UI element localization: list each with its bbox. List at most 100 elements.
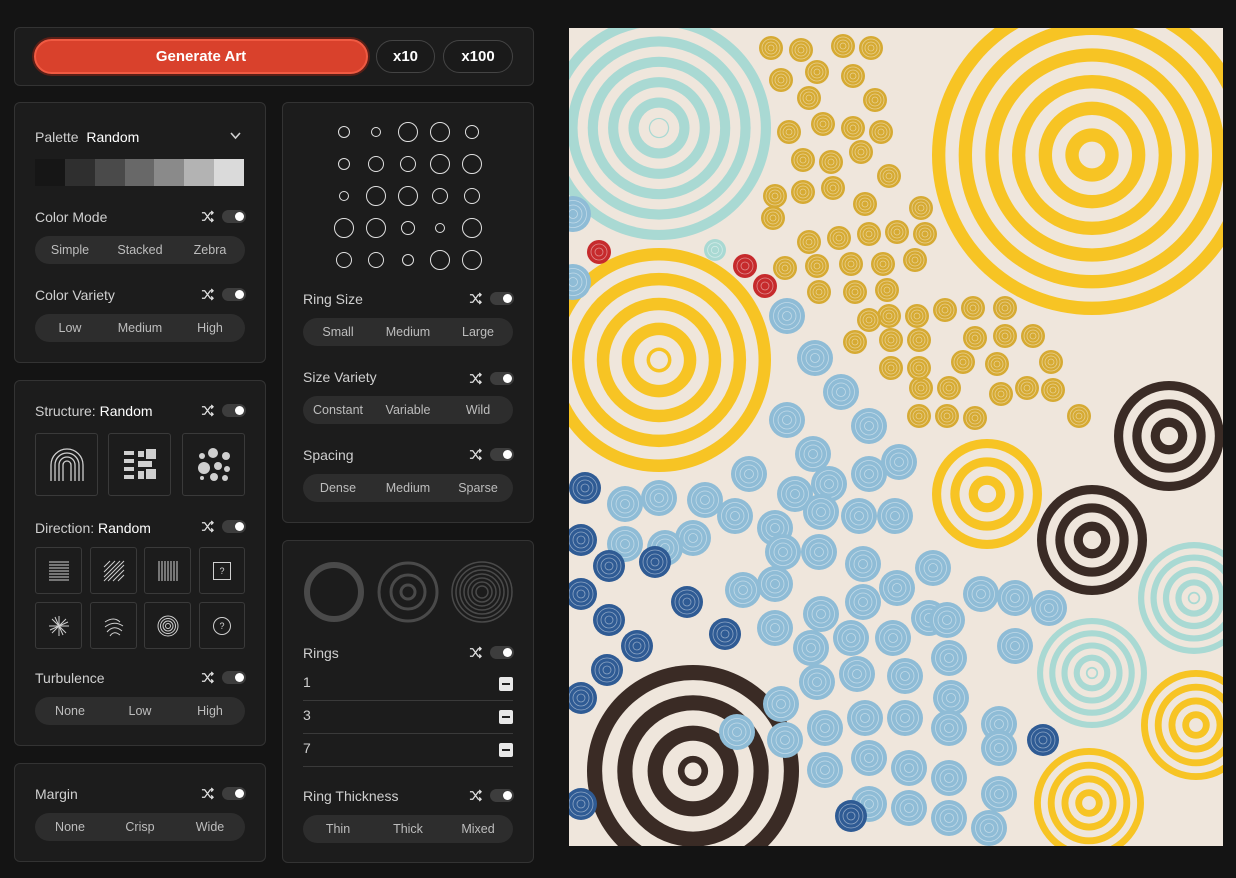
size-variety-option[interactable]: Variable [373, 403, 443, 417]
size-preview-circle [334, 218, 354, 238]
margin-option[interactable]: Crisp [105, 820, 175, 834]
size-preview-circle [402, 254, 414, 266]
three-rings-preview[interactable] [377, 561, 439, 623]
color-mode-option[interactable]: Zebra [175, 243, 245, 257]
generate-art-button[interactable]: Generate Art [34, 39, 368, 74]
art-disc [725, 572, 761, 608]
direction-horizontal-tile[interactable] [35, 547, 82, 594]
direction-radial-tile[interactable] [35, 602, 82, 649]
art-disc [885, 220, 909, 244]
art-disc [803, 596, 839, 632]
starburst-icon [48, 615, 69, 636]
minus-icon[interactable] [499, 677, 513, 691]
palette-swatch [184, 159, 215, 186]
art-disc [851, 740, 887, 776]
structure-grid-tile[interactable] [108, 433, 171, 496]
palette-swatch [35, 159, 65, 186]
rings-toggle[interactable] [490, 646, 514, 659]
art-disc [791, 180, 815, 204]
color-variety-toggle[interactable] [222, 288, 246, 301]
spacing-option[interactable]: Medium [373, 481, 443, 495]
ring-size-toggle[interactable] [490, 292, 514, 305]
shuffle-icon[interactable] [469, 292, 482, 305]
size-variety-option[interactable]: Constant [303, 403, 373, 417]
shuffle-icon[interactable] [469, 448, 482, 461]
direction-vertical-tile[interactable] [144, 547, 191, 594]
structure-toggle[interactable] [222, 404, 246, 417]
art-disc [907, 404, 931, 428]
generate-x10-button[interactable]: x10 [376, 40, 435, 73]
spacing-toggle[interactable] [490, 448, 514, 461]
shuffle-icon[interactable] [469, 372, 482, 385]
ring-thickness-option[interactable]: Thick [373, 822, 443, 836]
direction-random-square-tile[interactable]: ? [199, 547, 245, 594]
rings-option-row[interactable]: 3 [303, 701, 513, 734]
generate-x100-button[interactable]: x100 [443, 40, 513, 73]
ring-thickness-toggle[interactable] [490, 789, 514, 802]
ring-thickness-option[interactable]: Thin [303, 822, 373, 836]
structure-cluster-tile[interactable] [182, 433, 245, 496]
color-variety-option[interactable]: Low [35, 321, 105, 335]
art-disc [607, 486, 643, 522]
color-variety-option[interactable]: High [175, 321, 245, 335]
shuffle-icon[interactable] [469, 646, 482, 659]
color-mode-option[interactable]: Stacked [105, 243, 175, 257]
minus-icon[interactable] [499, 743, 513, 757]
art-disc [849, 140, 873, 164]
color-variety-option[interactable]: Medium [105, 321, 175, 335]
ring-thickness-option[interactable]: Mixed [443, 822, 513, 836]
rings-option-row[interactable]: 1 [303, 668, 513, 701]
direction-swirl-tile[interactable] [90, 602, 137, 649]
size-variety-option[interactable]: Wild [443, 403, 513, 417]
shuffle-icon[interactable] [469, 789, 482, 802]
rings-count: 3 [303, 707, 311, 723]
single-ring-preview[interactable] [304, 562, 364, 622]
art-disc [963, 406, 987, 430]
ring-size-option[interactable]: Small [303, 325, 373, 339]
art-disc [757, 566, 793, 602]
color-mode-toggle[interactable] [222, 210, 246, 223]
rings-option-row[interactable]: 7 [303, 734, 513, 767]
direction-spiral-tile[interactable] [144, 602, 191, 649]
shuffle-icon[interactable] [201, 671, 214, 684]
structure-arch-tile[interactable] [35, 433, 98, 496]
turbulence-option[interactable]: High [175, 704, 245, 718]
turbulence-option[interactable]: None [35, 704, 105, 718]
minus-icon[interactable] [499, 710, 513, 724]
direction-random-circle-tile[interactable]: ? [199, 602, 245, 649]
art-disc [1027, 724, 1059, 756]
art-disc [853, 192, 877, 216]
spacing-option[interactable]: Dense [303, 481, 373, 495]
margin-option[interactable]: Wide [175, 820, 245, 834]
margin-toggle[interactable] [222, 787, 246, 800]
ring-size-option[interactable]: Large [443, 325, 513, 339]
shuffle-icon[interactable] [201, 520, 214, 533]
palette-swatches[interactable] [35, 159, 245, 186]
art-disc [843, 330, 867, 354]
spacing-option[interactable]: Sparse [443, 481, 513, 495]
turbulence-option[interactable]: Low [105, 704, 175, 718]
shuffle-icon[interactable] [201, 404, 214, 417]
art-big-yellow-ring [1079, 142, 1105, 168]
margin-option[interactable]: None [35, 820, 105, 834]
turbulence-toggle[interactable] [222, 671, 246, 684]
margin-label: Margin [35, 786, 78, 802]
art-disc [937, 376, 961, 400]
direction-toggle[interactable] [222, 520, 246, 533]
color-mode-option[interactable]: Simple [35, 243, 105, 257]
shuffle-icon[interactable] [201, 288, 214, 301]
size-variety-toggle[interactable] [490, 372, 514, 385]
ring-size-option[interactable]: Medium [373, 325, 443, 339]
shuffle-icon[interactable] [201, 210, 214, 223]
art-disc [621, 630, 653, 662]
shuffle-icon[interactable] [201, 787, 214, 800]
art-disc [1031, 590, 1067, 626]
ring-previews [304, 561, 513, 623]
art-disc [875, 620, 911, 656]
question-square-icon: ? [213, 561, 231, 580]
seven-rings-preview[interactable] [451, 561, 513, 623]
direction-diagonal-tile[interactable] [90, 547, 137, 594]
art-disc [769, 298, 805, 334]
chevron-down-icon[interactable] [230, 132, 241, 140]
art-disc [915, 550, 951, 586]
